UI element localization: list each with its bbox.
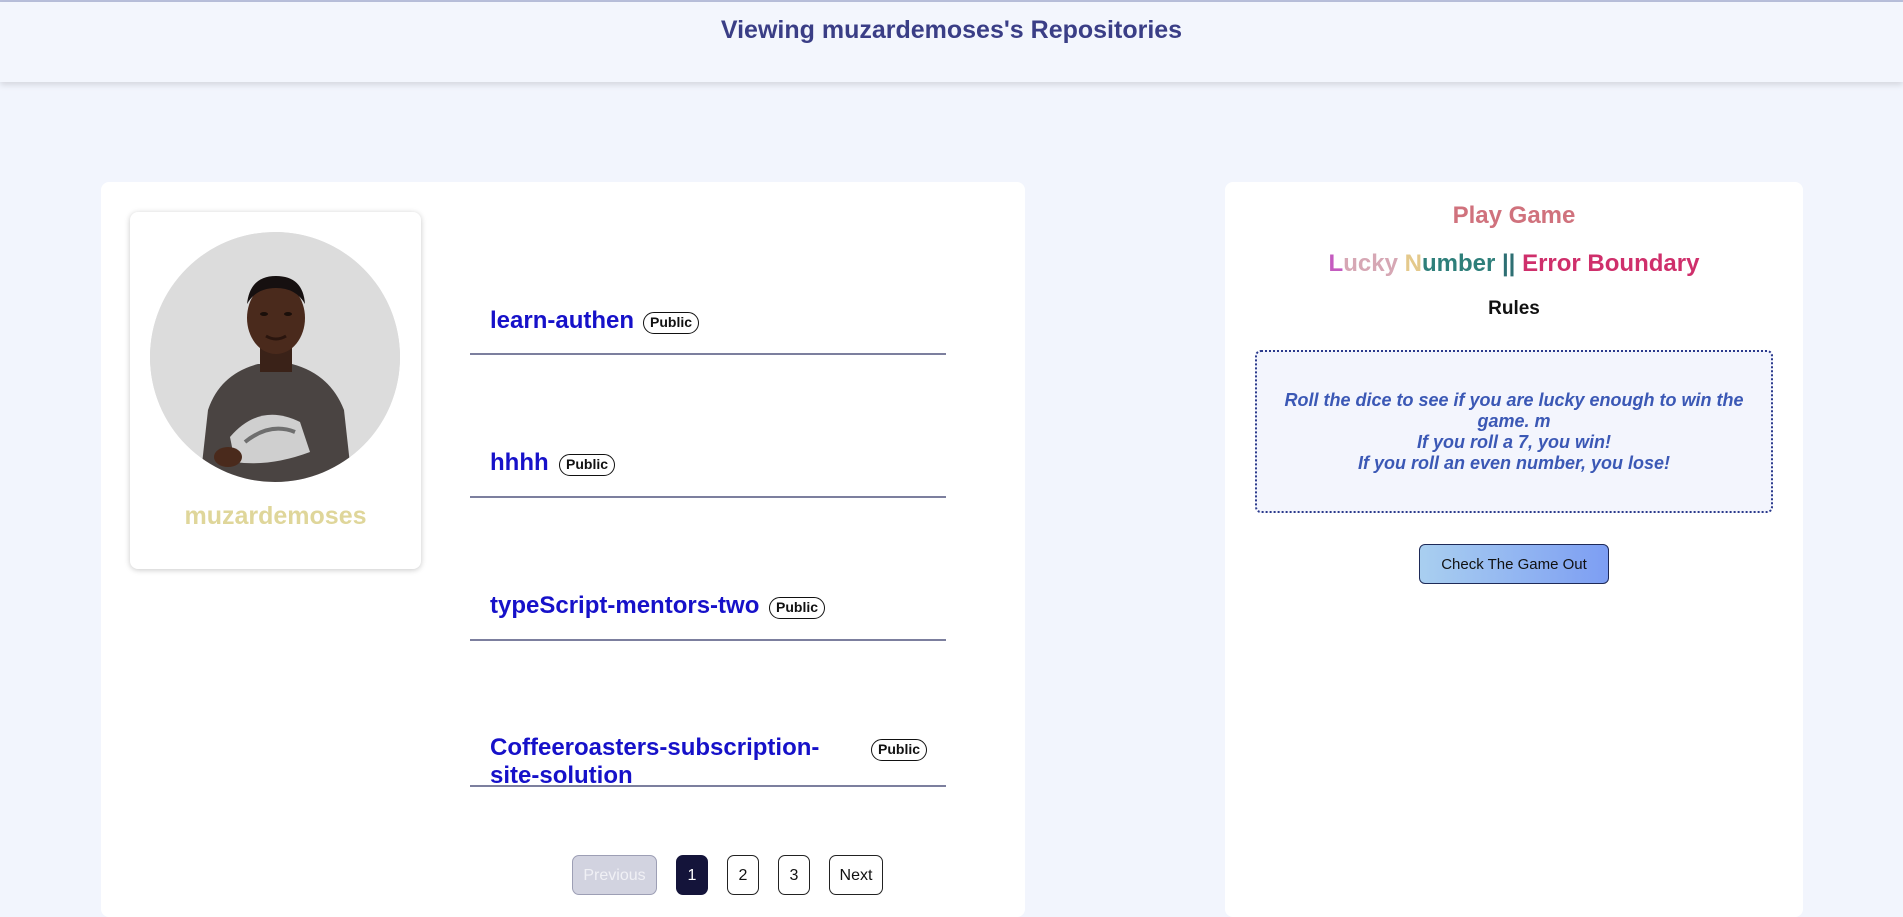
visibility-badge: Public	[559, 454, 616, 476]
rules-box: Roll the dice to see if you are lucky en…	[1255, 350, 1773, 513]
visibility-badge: Public	[871, 739, 928, 761]
page-1-button[interactable]: 1	[676, 855, 708, 895]
rules-title: Rules	[1488, 298, 1540, 319]
page-3-button[interactable]: 3	[778, 855, 810, 895]
list-item: typeScript-mentors-two Public	[470, 498, 946, 641]
check-game-button[interactable]: Check The Game Out	[1419, 544, 1609, 584]
game-title: Lucky Number || Error Boundary	[1225, 250, 1803, 278]
game-title-space	[1398, 250, 1405, 277]
pagination: Previous 1 2 3 Next	[101, 855, 1025, 895]
visibility-badge: Public	[769, 597, 826, 619]
rules-line-1: Roll the dice to see if you are lucky en…	[1284, 390, 1744, 431]
username: muzardemoses	[184, 502, 367, 530]
visibility-badge: Public	[643, 312, 700, 334]
game-title-error-boundary: Error Boundary	[1522, 250, 1700, 277]
repo-link[interactable]: hhhh	[490, 449, 549, 477]
repo-link[interactable]: typeScript-mentors-two	[490, 592, 759, 620]
list-item: hhhh Public	[470, 355, 946, 498]
list-item: learn-authen Public	[470, 212, 946, 355]
repositories-panel: muzardemoses learn-authen Public hhhh Pu…	[101, 182, 1025, 917]
game-title-l: L	[1328, 250, 1344, 277]
previous-button[interactable]: Previous	[572, 855, 657, 895]
repo-link[interactable]: Coffeeroasters-subscription- site-soluti…	[490, 734, 819, 790]
repo-link-line-1: Coffeeroasters-subscription-	[490, 734, 820, 761]
page-header: Viewing muzardemoses's Repositories	[0, 2, 1903, 82]
list-item: Coffeeroasters-subscription- site-soluti…	[470, 641, 946, 790]
game-panel: Play Game Lucky Number || Error Boundary…	[1225, 182, 1803, 917]
rules-line-2: If you roll a 7, you win!	[1416, 432, 1612, 452]
avatar-image	[150, 232, 400, 482]
game-title-n: N	[1404, 250, 1422, 277]
game-title-umber: umber	[1421, 250, 1496, 277]
page-title: Viewing muzardemoses's Repositories	[720, 16, 1183, 44]
game-title-ucky: ucky	[1343, 250, 1398, 277]
repo-list: learn-authen Public hhhh Public typeScri…	[470, 212, 946, 790]
rules-line-3: If you roll an even number, you lose!	[1357, 453, 1671, 473]
profile-card: muzardemoses	[130, 212, 421, 569]
repo-link[interactable]: learn-authen	[490, 307, 634, 335]
page-2-button[interactable]: 2	[727, 855, 759, 895]
repo-link-line-2: site-solution	[490, 762, 633, 789]
avatar	[150, 232, 400, 482]
game-title-separator: ||	[1495, 250, 1523, 277]
next-button[interactable]: Next	[829, 855, 883, 895]
play-game-title: Play Game	[1452, 202, 1576, 229]
